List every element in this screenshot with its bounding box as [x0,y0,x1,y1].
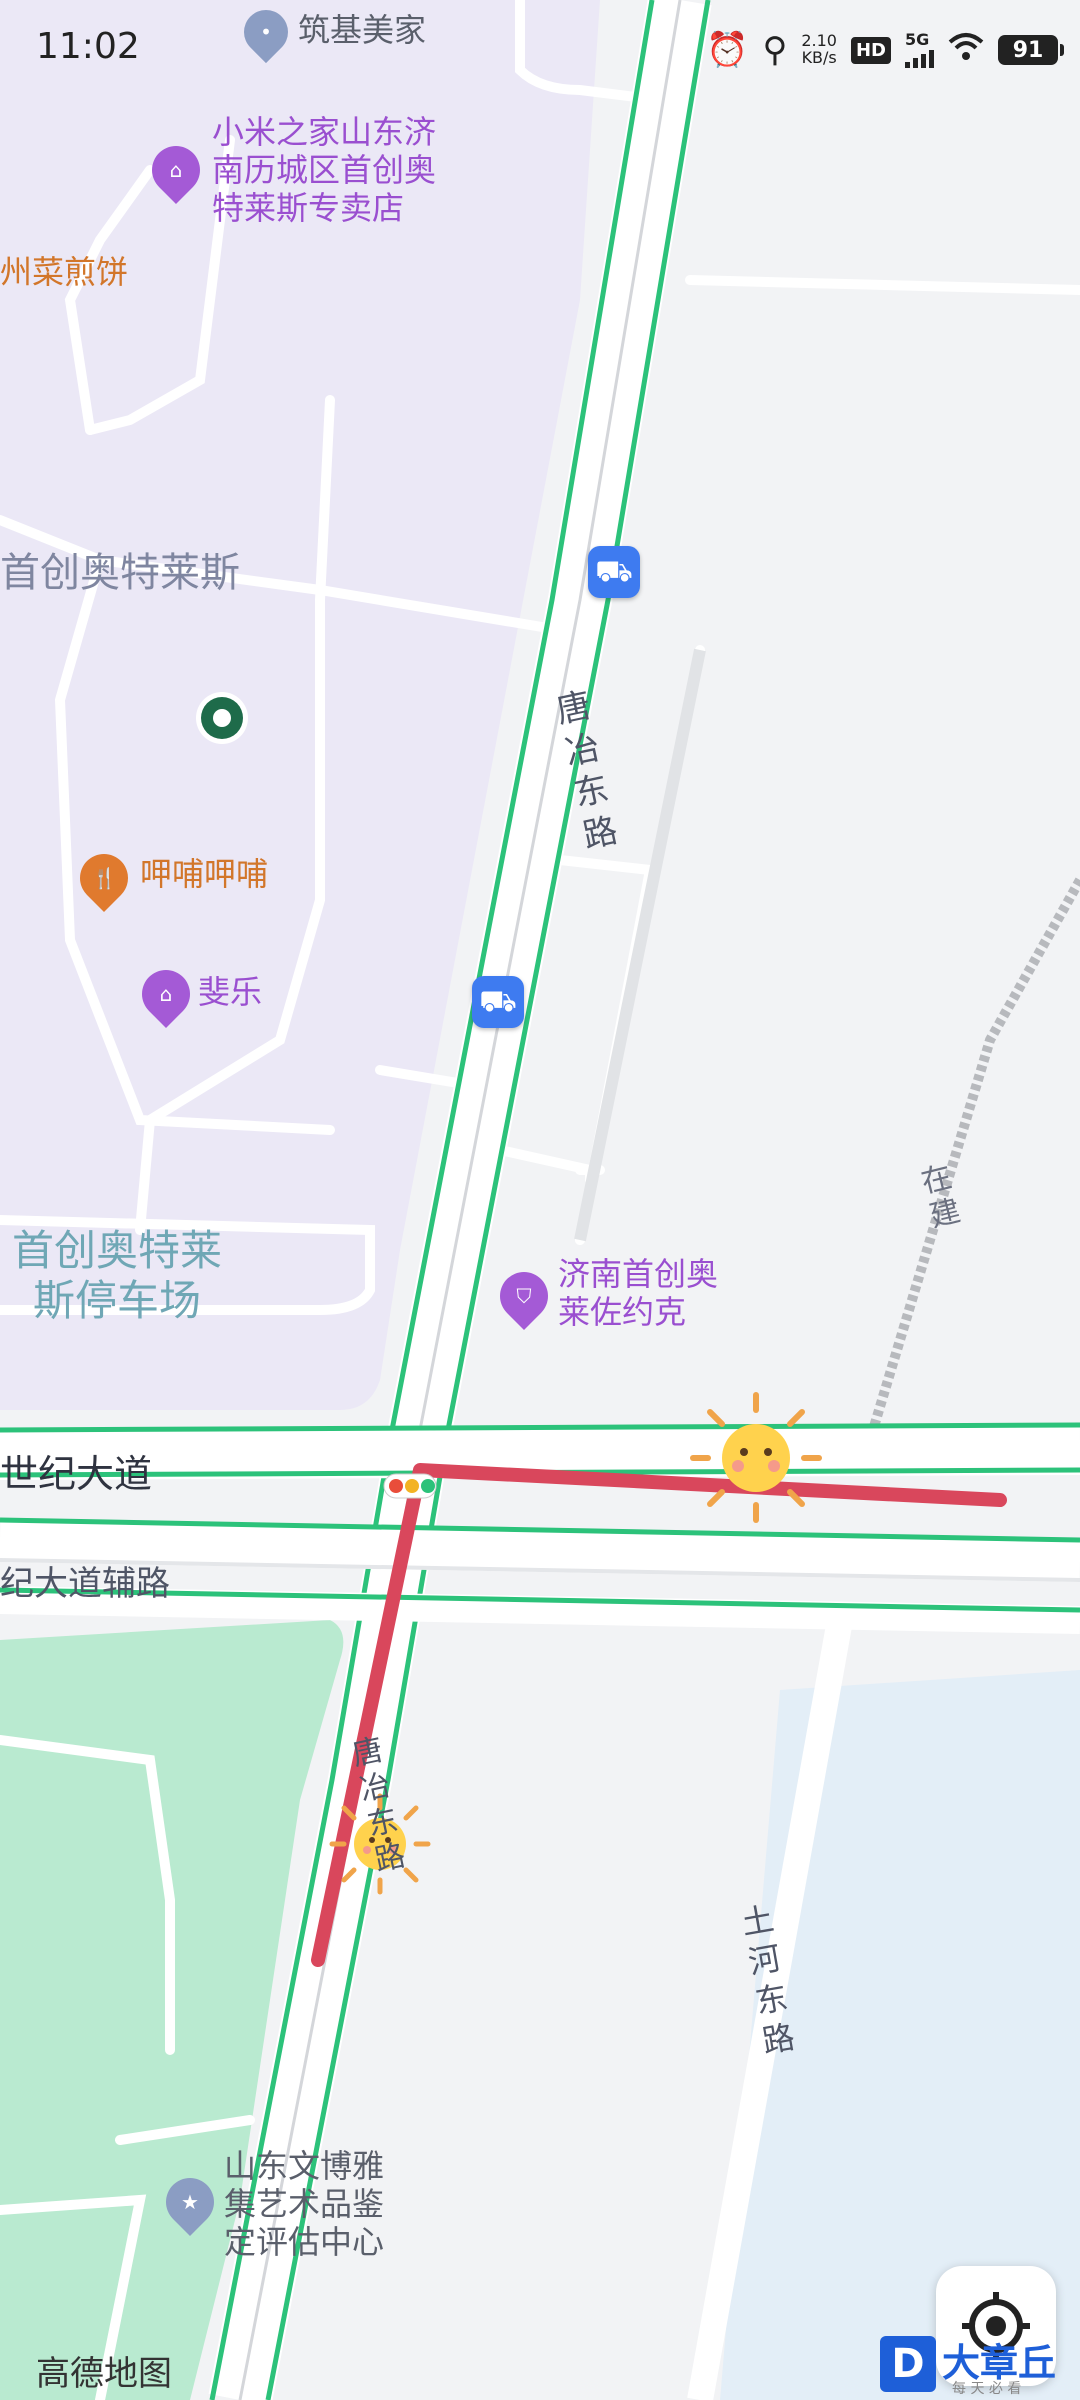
signal-icon: 5G [905,32,934,68]
poi-label[interactable]: 筑基美家 [298,11,426,50]
starbucks-icon[interactable] [196,692,248,744]
road-label: 世纪大道 [0,1452,153,1496]
status-time: 11:02 [36,26,140,67]
road-label: 纪大道辅路 [0,1564,170,1604]
traffic-light-icon [383,1473,437,1499]
hd-badge: HD [850,36,891,64]
map-canvas[interactable] [0,0,1080,2400]
poi-label[interactable]: 山东文博雅 集艺术品鉴 定评估中心 [224,2147,384,2261]
net-speed: 2.10 KB/s [801,32,837,67]
status-icons: ⏰ ⚲ 2.10 KB/s HD 5G 91 [706,28,1064,72]
poi-label[interactable]: 济南首创奥 莱佐约克 [558,1255,718,1332]
parking-label[interactable]: 首创奥特莱 斯停车场 [12,1226,222,1325]
alarm-icon: ⏰ [706,30,749,70]
amap-logo: 高德地图 [36,2354,172,2394]
area-label: 首创奥特莱斯 [0,550,240,596]
battery-indicator: 91 [998,35,1064,65]
brand-watermark: D 大章丘 每 天 必 看 [880,2330,1080,2400]
poi-label[interactable]: 州菜煎饼 [0,253,128,292]
location-icon: ⚲ [762,30,788,70]
poi-label[interactable]: 呷哺呷哺 [140,855,268,894]
brand-d-icon: D [880,2336,936,2392]
brand-subtitle: 每 天 必 看 [952,2381,1022,2397]
net-speed-unit: KB/s [801,48,837,67]
poi-label[interactable]: 小米之家山东济 南历城区首创奥 特莱斯专卖店 [212,113,436,227]
bus-stop-icon[interactable]: ⛟ [472,976,524,1028]
wifi-icon [948,32,984,68]
poi-label[interactable]: 斐乐 [198,973,262,1012]
bus-stop-icon[interactable]: ⛟ [588,546,640,598]
network-label: 5G [905,30,930,49]
